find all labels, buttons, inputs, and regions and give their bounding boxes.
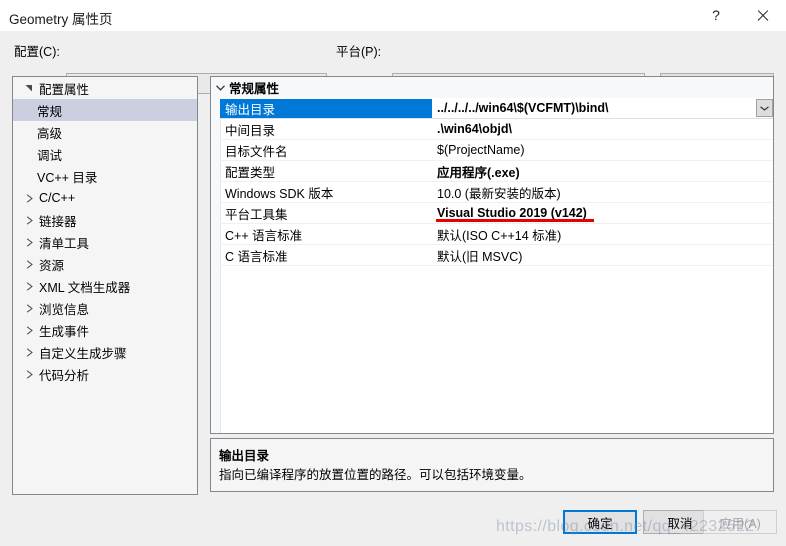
tree-item-label: 配置属性	[39, 79, 89, 98]
tree-item-label: 高级	[37, 123, 62, 142]
tree-item-label: C/C++	[39, 191, 75, 205]
tree-item-label: VC++ 目录	[37, 167, 97, 186]
tree-item-7[interactable]: 资源	[13, 253, 197, 275]
tree-item-label: 代码分析	[39, 365, 89, 384]
property-category-label: 常规属性	[229, 78, 279, 97]
close-button[interactable]	[740, 0, 784, 30]
property-name: 中间目录	[220, 120, 432, 139]
property-name: 配置类型	[220, 162, 432, 181]
triangle-right-icon[interactable]	[19, 216, 39, 225]
configuration-label: 配置(C):	[14, 41, 60, 60]
property-name: 目标文件名	[220, 141, 432, 160]
property-row-7[interactable]: C 语言标准默认(旧 MSVC)	[220, 245, 774, 266]
property-name: 平台工具集	[220, 204, 432, 223]
property-row-2[interactable]: 目标文件名$(ProjectName)	[220, 140, 774, 161]
property-value[interactable]: 应用程序(.exe)	[432, 162, 774, 181]
chevron-down-icon[interactable]	[211, 85, 229, 91]
tree-item-label: 常规	[37, 101, 62, 120]
title-bar: Geometry 属性页 ?	[0, 0, 786, 32]
tree-item-label: 清单工具	[39, 233, 89, 252]
tree-item-8[interactable]: XML 文档生成器	[13, 275, 197, 297]
triangle-right-icon[interactable]	[19, 304, 39, 313]
tree-item-3[interactable]: VC++ 目录	[13, 165, 197, 187]
triangle-right-icon[interactable]	[19, 238, 39, 247]
property-value[interactable]: $(ProjectName)	[432, 143, 774, 157]
property-value[interactable]: Visual Studio 2019 (v142)	[432, 206, 774, 220]
triangle-right-icon[interactable]	[19, 370, 39, 379]
tree-item-label: 自定义生成步骤	[39, 343, 127, 362]
ok-button[interactable]: 确定	[563, 510, 637, 534]
tree-item-2[interactable]: 调试	[13, 143, 197, 165]
description-title: 输出目录	[219, 445, 765, 464]
property-name: 输出目录	[220, 99, 432, 118]
property-value[interactable]: 默认(旧 MSVC)	[432, 246, 774, 265]
property-row-0[interactable]: 输出目录../../../../win64\$(VCFMT)\bind\	[220, 98, 774, 119]
property-row-4[interactable]: Windows SDK 版本10.0 (最新安装的版本)	[220, 182, 774, 203]
triangle-right-icon[interactable]	[19, 348, 39, 357]
configuration-bar: 配置(C): 活动(Debug) 平台(P): 活动(x64) 配置管理器(O)…	[0, 31, 786, 68]
description-panel: 输出目录 指向已编译程序的放置位置的路径。可以包括环境变量。	[210, 438, 774, 492]
apply-button: 应用(A)	[703, 510, 777, 534]
tree-item-label: 浏览信息	[39, 299, 89, 318]
triangle-down-icon[interactable]	[19, 84, 39, 92]
page-title: Geometry 属性页	[9, 8, 113, 28]
property-tree-panel[interactable]: 配置属性 常规高级调试 VC++ 目录 C/C++ 链接器清单工具资源 XML 文档生成…	[12, 76, 198, 495]
value-dropdown-button[interactable]	[756, 99, 773, 117]
tree-item-6[interactable]: 清单工具	[13, 231, 197, 253]
property-category-row[interactable]: 常规属性	[211, 77, 773, 98]
description-body: 指向已编译程序的放置位置的路径。可以包括环境变量。	[219, 467, 765, 484]
tree-item-10[interactable]: 生成事件	[13, 319, 197, 341]
property-name: Windows SDK 版本	[220, 183, 432, 202]
platform-label: 平台(P):	[336, 41, 381, 60]
property-row-1[interactable]: 中间目录.\win64\objd\	[220, 119, 774, 140]
tree-item-label: XML 文档生成器	[39, 277, 130, 296]
tree-item-label: 生成事件	[39, 321, 89, 340]
property-value[interactable]: 默认(ISO C++14 标准)	[432, 225, 774, 244]
tree-item-5[interactable]: 链接器	[13, 209, 197, 231]
tree-item-11[interactable]: 自定义生成步骤	[13, 341, 197, 363]
close-icon	[756, 9, 769, 22]
triangle-right-icon[interactable]	[19, 282, 39, 291]
tree-item-label: 链接器	[39, 211, 77, 230]
property-name: C 语言标准	[220, 246, 432, 265]
tree-item-0[interactable]: 常规	[13, 99, 197, 121]
property-value[interactable]: .\win64\objd\	[432, 122, 774, 136]
tree-item-4[interactable]: C/C++	[13, 187, 197, 209]
annotation-underline	[436, 219, 594, 222]
triangle-right-icon[interactable]	[19, 194, 39, 203]
property-value[interactable]: 10.0 (最新安装的版本)	[432, 183, 774, 202]
triangle-right-icon[interactable]	[19, 260, 39, 269]
tree-item-9[interactable]: 浏览信息	[13, 297, 197, 319]
property-name: C++ 语言标准	[220, 225, 432, 244]
tree-item-12[interactable]: 代码分析	[13, 363, 197, 385]
property-row-6[interactable]: C++ 语言标准默认(ISO C++14 标准)	[220, 224, 774, 245]
tree-children: 常规高级调试 VC++ 目录 C/C++ 链接器清单工具资源 XML 文档生成器浏览信息…	[13, 99, 197, 385]
tree-item-label: 资源	[39, 255, 64, 274]
property-rows: 输出目录../../../../win64\$(VCFMT)\bind\中间目录…	[220, 98, 774, 266]
tree-item-1[interactable]: 高级	[13, 121, 197, 143]
property-grid-panel[interactable]: 常规属性 输出目录../../../../win64\$(VCFMT)\bind…	[210, 76, 774, 434]
question-mark-icon: ?	[712, 8, 720, 22]
tree-item-label: 调试	[37, 145, 62, 164]
property-row-3[interactable]: 配置类型应用程序(.exe)	[220, 161, 774, 182]
help-button[interactable]: ?	[694, 0, 738, 30]
triangle-right-icon[interactable]	[19, 326, 39, 335]
property-value[interactable]: ../../../../win64\$(VCFMT)\bind\	[432, 101, 774, 115]
tree-item-configuration-properties[interactable]: 配置属性	[13, 77, 197, 99]
